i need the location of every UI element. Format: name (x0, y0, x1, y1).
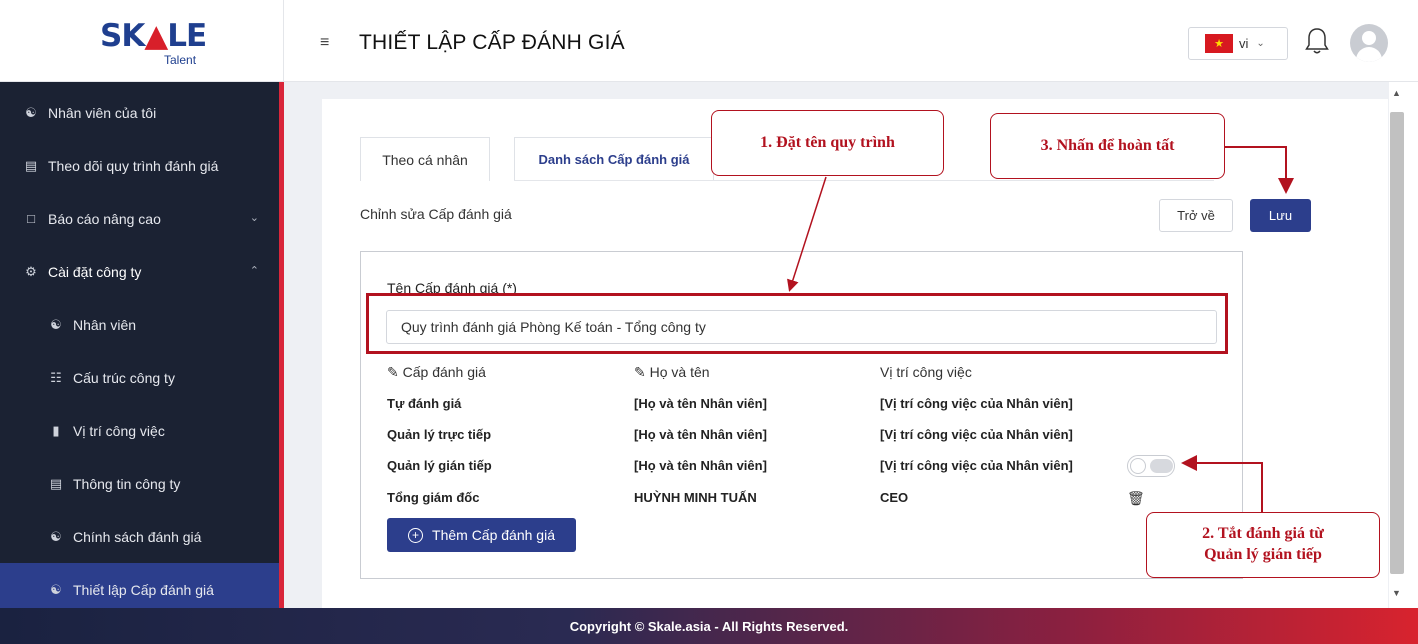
pencil-icon: ✎ (387, 364, 399, 380)
sidebar-item-employees[interactable]: ☯ Nhân viên (0, 298, 279, 351)
pencil-icon: ✎ (634, 364, 646, 380)
row-3-level: Quản lý gián tiếp (387, 458, 492, 473)
bell-icon[interactable] (1304, 26, 1330, 56)
annotation-step-3: 3. Nhấn để hoàn tất (990, 113, 1225, 179)
tab-evaluation-levels[interactable]: Danh sách Cấp đánh giá (514, 137, 714, 181)
sidebar-item-company-structure[interactable]: ☷ Cấu trúc công ty (0, 351, 279, 404)
row-4-name: HUỲNH MINH TUẤN (634, 490, 757, 505)
logo-subtitle: Talent (164, 53, 197, 67)
sidebar-item-label: Nhân viên của tôi (48, 104, 157, 121)
sidebar-item-label: Báo cáo nâng cao (48, 210, 161, 227)
top-header: ≡ THIẾT LẬP CẤP ĐÁNH GIÁ ★ vi ⌄ (284, 0, 1418, 82)
sidebar-item-company-settings[interactable]: ⚙ Cài đặt công ty ⌃ (0, 245, 279, 298)
trash-icon[interactable]: 🗑 (1127, 490, 1145, 507)
chevron-down-icon: ⌄ (1256, 38, 1265, 49)
scroll-down-icon[interactable]: ▼ (1392, 588, 1401, 598)
row-1-name: [Họ và tên Nhân viên] (634, 396, 767, 411)
chart-icon: □ (27, 211, 35, 226)
col-header-level: ✎ Cấp đánh giá (387, 364, 486, 380)
clipboard-icon: ▤ (24, 157, 38, 173)
avatar[interactable] (1350, 24, 1388, 62)
back-button[interactable]: Trở về (1159, 199, 1233, 232)
scroll-up-icon[interactable]: ▲ (1392, 88, 1401, 98)
language-select[interactable]: ★ vi ⌄ (1188, 27, 1288, 60)
vietnam-flag-icon: ★ (1205, 34, 1233, 53)
row-2-level: Quản lý trực tiếp (387, 427, 492, 442)
logo: SK▲LE (100, 18, 207, 54)
annotation-step-1: 1. Đặt tên quy trình (711, 110, 944, 176)
indirect-manager-toggle[interactable] (1127, 455, 1175, 477)
chevron-down-icon: ⌄ (249, 212, 259, 224)
logo-area[interactable]: SK▲LE Talent (0, 0, 284, 82)
sidebar-item-label: Cấu trúc công ty (73, 369, 175, 386)
row-3-name: [Họ và tên Nhân viên] (634, 458, 767, 473)
add-level-button[interactable]: + Thêm Cấp đánh giá (387, 518, 576, 552)
row-2-name: [Họ và tên Nhân viên] (634, 427, 767, 442)
org-chart-icon: ☷ (50, 369, 62, 385)
sidebar-item-label: Nhân viên (73, 316, 137, 333)
sidebar-item-label: Chính sách đánh giá (73, 528, 202, 545)
name-highlight-annotation (366, 293, 1228, 354)
annotation-step-2-line1: 2. Tắt đánh giá từ (1202, 525, 1324, 543)
sidebar-item-evaluation-policy[interactable]: ☯ Chính sách đánh giá (0, 510, 279, 563)
sidebar-item-company-info[interactable]: ▤ Thông tin công ty (0, 457, 279, 510)
row-4-position: CEO (880, 490, 909, 505)
row-3-position: [Vị trí công việc của Nhân viên] (880, 458, 1073, 473)
sidebar-item-job-positions[interactable]: ▮ Vị trí công việc (0, 404, 279, 457)
footer: Copyright © Skale.asia - All Rights Rese… (0, 608, 1418, 644)
scrollbar-thumb[interactable] (1390, 112, 1404, 574)
sidebar-item-label: Cài đặt công ty (48, 263, 142, 280)
language-value: vi (1239, 36, 1249, 51)
save-button[interactable]: Lưu (1250, 199, 1311, 232)
gear-icon: ⚙ (25, 263, 37, 279)
user-group-icon: ☯ (25, 104, 37, 120)
col-header-name: ✎ Họ và tên (634, 364, 710, 380)
annotation-step-2-line2: Quản lý gián tiếp (1204, 546, 1322, 563)
ticket-icon: ▮ (52, 422, 60, 438)
sidebar-item-label: Theo dõi quy trình đánh giá (48, 157, 219, 174)
col-header-position: Vị trí công việc (880, 364, 972, 380)
section-title: Chỉnh sửa Cấp đánh giá (360, 206, 512, 222)
row-4-level: Tổng giám đốc (387, 490, 480, 505)
user-group-icon: ☯ (50, 528, 62, 544)
chevron-up-icon: ⌃ (249, 265, 259, 277)
sidebar-item-label: Vị trí công việc (73, 422, 165, 439)
sidebar-item-advanced-reports[interactable]: □ Báo cáo nâng cao ⌄ (0, 192, 279, 245)
row-1-level: Tự đánh giá (387, 396, 462, 411)
sidebar: ☯ Nhân viên của tôi ▤ Theo dõi quy trình… (0, 0, 284, 616)
user-group-icon: ☯ (50, 316, 62, 332)
sidebar-menu: ☯ Nhân viên của tôi ▤ Theo dõi quy trình… (0, 86, 279, 616)
sidebar-item-label: Thông tin công ty (73, 475, 181, 492)
scrollbar[interactable]: ▲ ▼ (1389, 82, 1418, 608)
tab-divider (514, 180, 1214, 181)
menu-toggle-icon[interactable]: ≡ (320, 34, 329, 52)
tab-individual[interactable]: Theo cá nhân (360, 137, 490, 181)
sidebar-item-label: Thiết lập Cấp đánh giá (73, 581, 214, 598)
clipboard-icon: ▤ (49, 475, 63, 491)
annotation-step-2: 2. Tắt đánh giá từ Quản lý gián tiếp (1146, 512, 1380, 578)
sidebar-accent-bar (279, 82, 284, 608)
sidebar-item-track-process[interactable]: ▤ Theo dõi quy trình đánh giá (0, 139, 279, 192)
plus-circle-icon: + (408, 527, 424, 543)
user-group-icon: ☯ (50, 581, 62, 597)
row-1-position: [Vị trí công việc của Nhân viên] (880, 396, 1073, 411)
page-title: THIẾT LẬP CẤP ĐÁNH GIÁ (359, 31, 625, 54)
row-2-position: [Vị trí công việc của Nhân viên] (880, 427, 1073, 442)
sidebar-item-my-employees[interactable]: ☯ Nhân viên của tôi (0, 86, 279, 139)
